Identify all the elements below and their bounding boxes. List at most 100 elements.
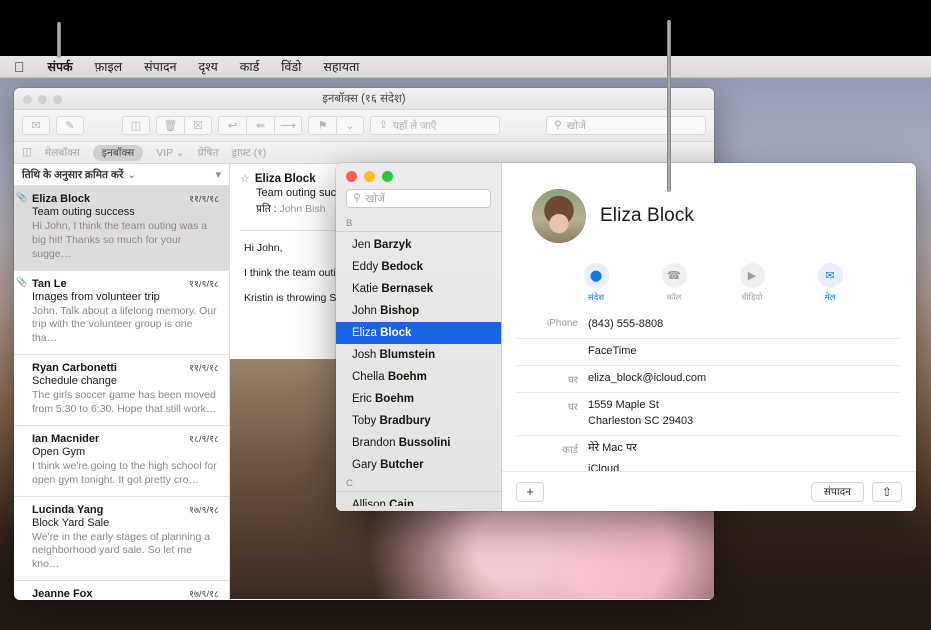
envelope-icon[interactable]: ✉ [22, 116, 50, 135]
contact-card: Eliza Block ⬤ संदेश ☎ कॉल ▶ वीडियो ✉ मेल… [502, 163, 916, 511]
message-list[interactable]: तिथि के अनुसार क्रमित करें⌄ ▾ 📎 Eliza Bl… [14, 164, 230, 599]
video-action[interactable]: ▶ वीडियो [726, 263, 778, 303]
list-item[interactable]: Gary Butcher [336, 454, 501, 476]
mail-action[interactable]: ✉ मेल [804, 263, 856, 303]
callout-line-contacts-menu [57, 22, 61, 58]
field-label: iPhone [516, 317, 578, 329]
close-button[interactable] [346, 171, 357, 182]
list-item[interactable]: Chella Boehm [336, 366, 501, 388]
message-subject: Images from volunteer trip [32, 291, 219, 303]
contacts-window-controls[interactable] [346, 171, 393, 182]
contacts-search-input[interactable]: ⚲ खोजें [346, 189, 491, 208]
move-to-icon: ⇪ [379, 120, 388, 131]
message-action-label: संदेश [570, 292, 622, 303]
menu-item-contacts[interactable]: संपर्क [37, 56, 84, 78]
message-action[interactable]: ⬤ संदेश [570, 263, 622, 303]
zoom-button[interactable] [382, 171, 393, 182]
list-item[interactable]: Jen Barzyk [336, 234, 501, 256]
list-item-selected[interactable]: Eliza Block [336, 322, 501, 344]
sort-label-wrap[interactable]: तिथि के अनुसार क्रमित करें⌄ [22, 168, 136, 182]
field-card[interactable]: कार्ड मेरे Mac पर [516, 435, 900, 462]
field-email[interactable]: घर eliza_block@icloud.com [516, 365, 900, 392]
field-label: कार्ड [516, 441, 578, 456]
list-item[interactable]: Josh Blumstein [336, 344, 501, 366]
menu-item-card[interactable]: कार्ड [229, 56, 271, 78]
move-to-button[interactable]: ⇪ यहाँ ले जाएँ [370, 116, 500, 135]
list-item[interactable]: John Bishop [336, 300, 501, 322]
tab-vip[interactable]: VIP ⌄ [156, 147, 184, 159]
forward-icon[interactable]: ⟶ [274, 116, 302, 135]
reply-icon[interactable]: ↩ [218, 116, 246, 135]
mail-title-bar[interactable]: इनबॉक्स (१६ संदेश) [14, 88, 714, 110]
message-preview: We're in the early stages of planning a … [32, 531, 219, 573]
mail-window-controls[interactable] [23, 95, 62, 104]
table-row[interactable]: Ian Macnider१८/९/१८ Open Gym I think we'… [14, 426, 229, 497]
menu-item-view[interactable]: दृश्य [188, 56, 229, 78]
list-item[interactable]: Katie Bernasek [336, 278, 501, 300]
menu-item-help[interactable]: सहायता [312, 56, 370, 78]
sort-bar[interactable]: तिथि के अनुसार क्रमित करें⌄ ▾ [14, 164, 229, 186]
message-icon: ⬤ [584, 263, 609, 288]
flag-icon[interactable]: ⚑ [308, 116, 336, 135]
mail-search-input[interactable]: ⚲ खोजें [546, 116, 706, 135]
menu-item-file[interactable]: फ़ाइल [84, 56, 134, 78]
minimize-button[interactable] [364, 171, 375, 182]
archive-icon[interactable]: ◫ [122, 116, 150, 135]
mailboxes-label[interactable]: मेलबॉक्स [45, 146, 80, 160]
chevron-down-icon: ⌄ [176, 147, 185, 159]
flag-group: ⚑ ⌄ [308, 116, 364, 135]
compose-icon[interactable]: ✎ [56, 116, 84, 135]
contacts-scroll-area[interactable]: B Jen Barzyk Eddy Bedock Katie Bernasek … [336, 216, 501, 506]
minimize-button[interactable] [38, 95, 47, 104]
delete-group: 🗑 ☒ [156, 116, 212, 135]
field-value[interactable]: eliza_block@icloud.com [588, 371, 706, 387]
call-action[interactable]: ☎ कॉल [648, 263, 700, 303]
tab-inbox[interactable]: इनबॉक्स [93, 145, 143, 161]
table-row[interactable]: Jeanne Fox१७/९/१८ Fundraiser Soliciting … [14, 581, 229, 600]
star-icon[interactable]: ☆ [240, 172, 250, 185]
search-icon: ⚲ [554, 120, 562, 131]
field-value[interactable]: FaceTime [588, 344, 637, 360]
message-subject: Schedule change [32, 375, 219, 387]
sidebar-icon[interactable]: ◫ [22, 147, 32, 158]
zoom-button[interactable] [53, 95, 62, 104]
list-item[interactable]: Allison Cain [336, 494, 501, 506]
move-to-label: यहाँ ले जाएँ [393, 119, 437, 133]
close-button[interactable] [23, 95, 32, 104]
field-phone[interactable]: iPhone (843) 555-8808 [516, 317, 900, 338]
field-address[interactable]: घर 1559 Maple St Charleston SC 29403 [516, 392, 900, 435]
menu-item-edit[interactable]: संपादन [133, 56, 187, 78]
table-row[interactable]: Ryan Carbonetti११/९/१८ Schedule change T… [14, 355, 229, 426]
field-label: घर [516, 398, 578, 413]
table-row[interactable]: Lucinda Yang१७/९/१८ Block Yard Sale We'r… [14, 497, 229, 582]
message-preview: John, Talk about a lifelong memory. Our … [32, 305, 219, 347]
list-item[interactable]: Eddy Bedock [336, 256, 501, 278]
chevron-down-icon[interactable]: ⌄ [336, 116, 364, 135]
reply-all-icon[interactable]: ⇚ [246, 116, 274, 135]
tab-drafts[interactable]: ड्राफ़्ट (१) [231, 146, 266, 160]
contacts-search-placeholder: खोजें [366, 192, 385, 206]
table-row[interactable]: 📎 Tan Le११/९/१८ Images from volunteer tr… [14, 271, 229, 356]
list-item[interactable]: Toby Bradbury [336, 410, 501, 432]
field-value[interactable]: मेरे Mac पर [588, 441, 637, 457]
share-icon[interactable]: ⇧ [872, 482, 902, 502]
tab-sent[interactable]: प्रेषित [198, 146, 219, 160]
message-subject: Block Yard Sale [32, 517, 219, 529]
message-sender: Lucinda Yang [32, 504, 189, 516]
add-contact-button[interactable]: + [516, 482, 544, 502]
edit-button[interactable]: संपादन [811, 482, 864, 502]
field-facetime[interactable]: FaceTime [516, 338, 900, 365]
field-value[interactable]: (843) 555-8808 [588, 317, 663, 333]
filter-icon[interactable]: ▾ [215, 168, 221, 181]
field-value[interactable]: 1559 Maple St Charleston SC 29403 [588, 398, 693, 430]
mail-toolbar: ✉ ✎ ◫ 🗑 ☒ ↩ ⇚ ⟶ ⚑ ⌄ ⇪ यहाँ ले जाएँ ⚲ खोज… [14, 110, 714, 142]
menu-item-window[interactable]: विंडो [270, 56, 312, 78]
list-item[interactable]: Eric Boehm [336, 388, 501, 410]
apple-icon[interactable]:  [0, 60, 37, 74]
trash-icon[interactable]: 🗑 [156, 116, 184, 135]
avatar[interactable] [532, 189, 586, 243]
junk-icon[interactable]: ☒ [184, 116, 212, 135]
list-item[interactable]: Brandon Bussolini [336, 432, 501, 454]
message-sender: Jeanne Fox [32, 588, 189, 600]
table-row[interactable]: 📎 Eliza Block११/९/१८ Team outing success… [14, 186, 229, 271]
